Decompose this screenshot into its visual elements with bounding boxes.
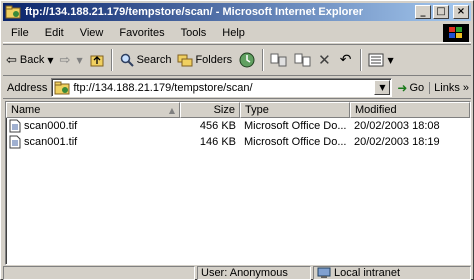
status-user: User: Anonymous [197, 266, 311, 280]
column-header-modified[interactable]: Modified [350, 102, 470, 118]
menu-edit[interactable]: Edit [37, 27, 72, 39]
file-row[interactable]: scan001.tif 146 KB Microsoft Office Do..… [6, 134, 470, 150]
links-button[interactable]: Links » [429, 81, 471, 94]
delete-x-icon: ✕ [318, 51, 331, 69]
address-input[interactable]: ftp://134.188.21.179/tempstore/scan/ ▼ [51, 78, 393, 97]
search-button[interactable]: Search [116, 48, 175, 72]
menu-view[interactable]: View [72, 27, 112, 39]
copy-to-icon [294, 53, 311, 67]
search-label: Search [136, 54, 172, 66]
document-icon [9, 135, 21, 149]
document-icon [9, 119, 21, 133]
move-to-icon [270, 53, 287, 67]
file-type: Microsoft Office Do... [244, 120, 347, 132]
back-label: Back [19, 54, 45, 66]
file-modified: 20/02/2003 18:19 [354, 136, 440, 148]
address-dropdown-icon[interactable]: ▼ [374, 80, 391, 95]
column-header-name[interactable]: Name ▲ [6, 102, 180, 118]
search-icon [120, 53, 134, 67]
go-label: Go [409, 81, 425, 94]
file-modified: 20/02/2003 18:08 [354, 120, 440, 132]
go-button[interactable]: ➜ Go [392, 81, 429, 95]
status-main [3, 266, 195, 280]
menu-tools[interactable]: Tools [173, 27, 215, 39]
ftp-folder-icon [54, 81, 70, 94]
status-zone: Local intranet [313, 266, 471, 280]
file-row[interactable]: scan000.tif 456 KB Microsoft Office Do..… [6, 118, 470, 134]
file-type: Microsoft Office Do... [244, 136, 347, 148]
history-button[interactable] [235, 48, 259, 72]
back-button[interactable]: ⇦ Back ▼ [3, 48, 57, 72]
forward-arrow-icon: ⇨ [59, 52, 71, 68]
toolbar-separator [262, 49, 265, 71]
file-name-cell: scan001.tif [6, 135, 180, 149]
column-header-type[interactable]: Type [240, 102, 350, 118]
views-dropdown-icon[interactable]: ▼ [387, 56, 393, 65]
title-bar[interactable]: ftp://134.188.21.179/tempstore/scan/ - M… [3, 3, 471, 21]
toolbar-separator [360, 49, 363, 71]
status-bar: User: Anonymous Local intranet [3, 266, 471, 280]
menu-help[interactable]: Help [214, 27, 253, 39]
ftp-folder-icon [5, 5, 21, 19]
up-button[interactable] [86, 48, 108, 72]
copy-to-button[interactable] [291, 48, 315, 72]
undo-icon: ↶ [339, 52, 352, 68]
views-button[interactable]: ▼ [365, 48, 396, 72]
windows-logo-icon [443, 24, 469, 42]
close-button[interactable]: × [453, 5, 469, 19]
address-label: Address [7, 81, 48, 94]
standard-toolbar: ⇦ Back ▼ ⇨ ▼ Search Folders ✕ ↶ ▼ [3, 44, 471, 76]
views-icon [368, 53, 384, 67]
menu-favorites[interactable]: Favorites [111, 27, 172, 39]
column-name-label: Name [11, 104, 41, 116]
address-bar: Address ftp://134.188.21.179/tempstore/s… [3, 77, 471, 99]
browser-window: ftp://134.188.21.179/tempstore/scan/ - M… [0, 0, 474, 280]
address-value[interactable]: ftp://134.188.21.179/tempstore/scan/ [73, 82, 374, 94]
file-size: 146 KB [199, 136, 236, 148]
move-to-button[interactable] [267, 48, 291, 72]
toolbar-separator [110, 49, 113, 71]
file-name-cell: scan000.tif [6, 119, 180, 133]
up-folder-icon [90, 55, 104, 67]
folders-button[interactable]: Folders [174, 48, 235, 72]
forward-dropdown-icon[interactable]: ▼ [76, 56, 82, 65]
back-dropdown-icon[interactable]: ▼ [47, 56, 53, 65]
undo-button[interactable]: ↶ [337, 48, 358, 72]
folders-icon [177, 54, 193, 67]
file-name[interactable]: scan000.tif [24, 120, 77, 132]
file-name[interactable]: scan001.tif [24, 136, 77, 148]
window-title: ftp://134.188.21.179/tempstore/scan/ - M… [25, 6, 364, 18]
back-arrow-icon: ⇦ [6, 52, 17, 68]
zone-label: Local intranet [334, 267, 401, 279]
list-header: Name ▲ Size Type Modified [6, 102, 470, 118]
go-arrow-icon: ➜ [397, 80, 408, 95]
forward-button[interactable]: ⇨ ▼ [57, 48, 86, 72]
file-size: 456 KB [199, 120, 236, 132]
column-header-size[interactable]: Size [180, 102, 240, 118]
menu-file[interactable]: File [3, 27, 37, 39]
minimize-button[interactable]: _ [415, 5, 431, 19]
delete-button[interactable]: ✕ [315, 48, 337, 72]
file-list[interactable]: Name ▲ Size Type Modified scan000.tif 45… [5, 101, 471, 265]
sort-ascending-icon: ▲ [168, 105, 175, 115]
maximize-button[interactable]: □ [433, 5, 449, 19]
menu-bar: File Edit View Favorites Tools Help [3, 23, 471, 43]
history-icon [239, 52, 255, 68]
folders-label: Folders [195, 54, 233, 66]
local-intranet-icon [317, 267, 331, 278]
